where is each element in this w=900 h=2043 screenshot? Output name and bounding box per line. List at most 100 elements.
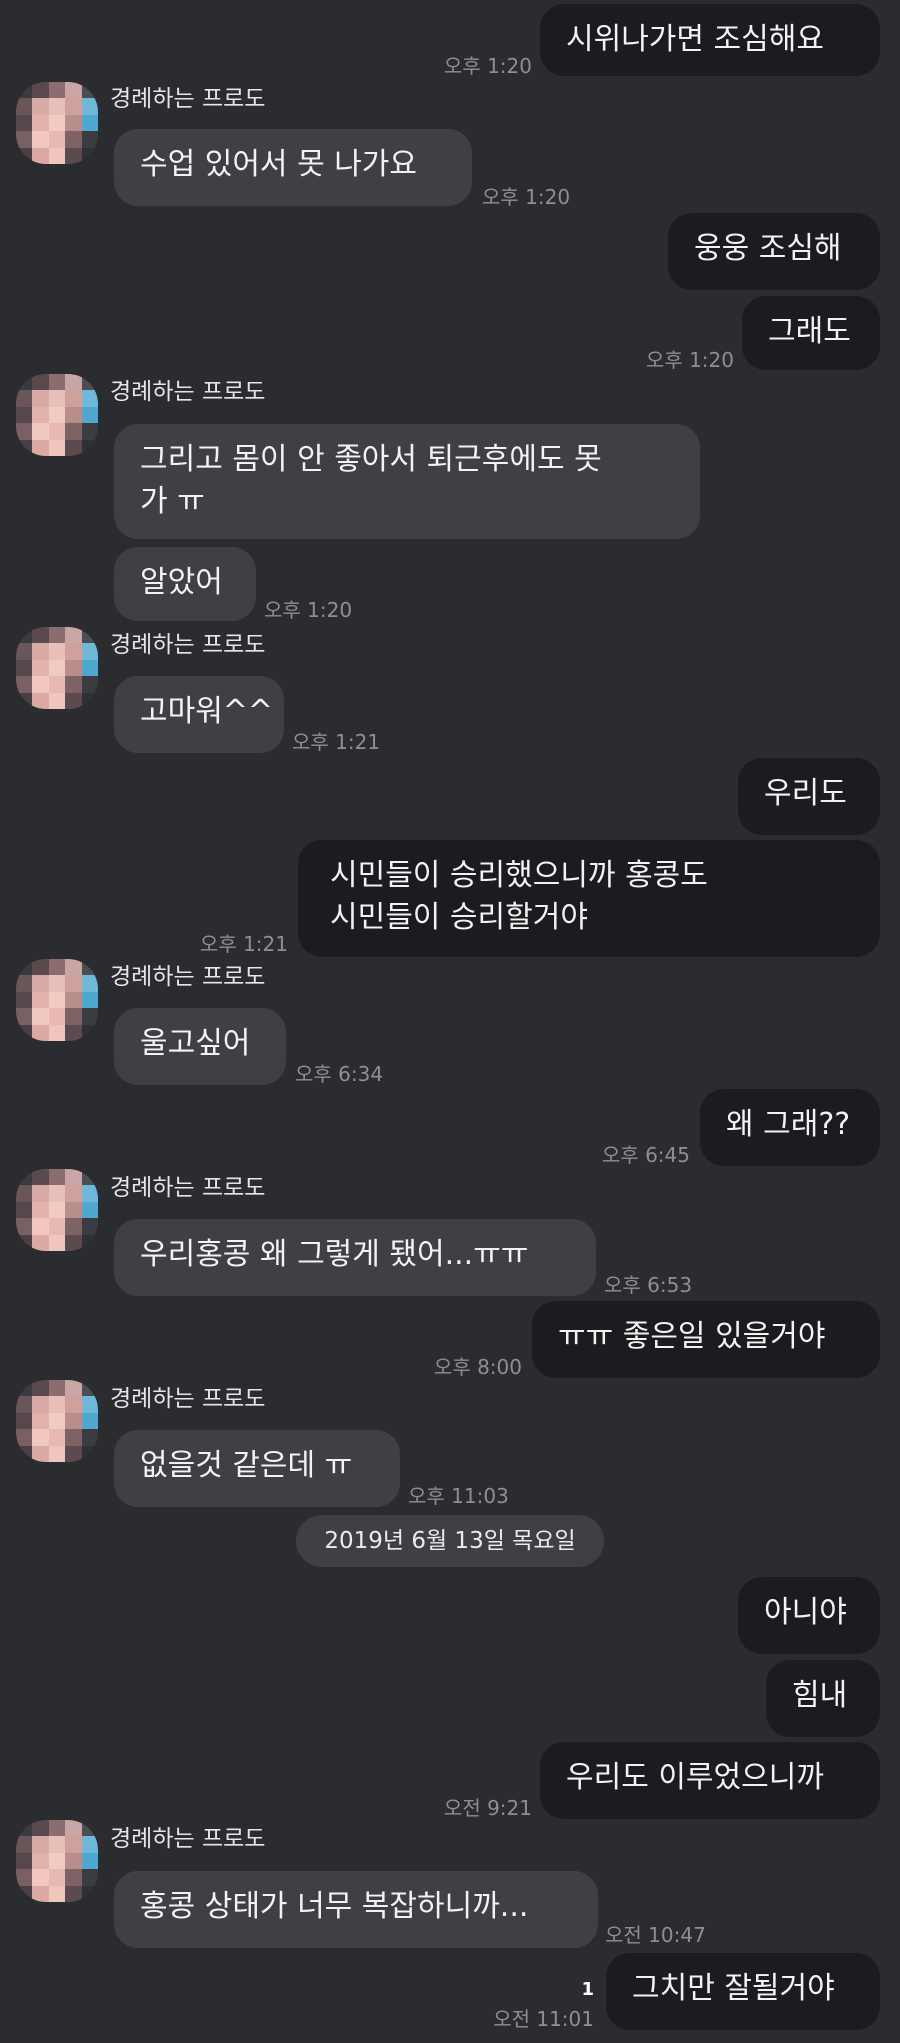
avatar-mosaic-cell: [32, 991, 49, 1009]
avatar-mosaic-cell: [32, 114, 49, 132]
avatar-mosaic-cell: [81, 147, 98, 164]
avatar-mosaic-cell: [16, 1201, 33, 1219]
avatar-mosaic-cell: [65, 1008, 82, 1025]
outgoing-message-bubble[interactable]: 왜 그래??: [700, 1089, 880, 1166]
avatar-mosaic-cell: [81, 692, 98, 709]
avatar-mosaic-cell: [48, 406, 66, 424]
message-timestamp: 오전 11:01: [493, 2007, 594, 2031]
sender-avatar[interactable]: [16, 627, 98, 709]
avatar-mosaic-cell: [32, 82, 49, 99]
avatar-mosaic-cell: [81, 1836, 98, 1853]
avatar-mosaic-cell: [48, 1836, 66, 1853]
avatar-mosaic-cell: [32, 643, 49, 660]
date-divider: 2019년 6월 13일 목요일: [296, 1515, 604, 1567]
avatar-mosaic-cell: [32, 659, 49, 677]
message-timestamp: 오후 1:20: [645, 348, 734, 372]
avatar-mosaic-cell: [32, 959, 49, 976]
sender-avatar[interactable]: [16, 82, 98, 164]
outgoing-message-bubble[interactable]: 그치만 잘될거야: [606, 1953, 880, 2030]
sender-avatar[interactable]: [16, 1820, 98, 1902]
avatar-mosaic-cell: [32, 1885, 49, 1902]
avatar-mosaic-cell: [32, 676, 49, 693]
avatar-mosaic-cell: [81, 643, 98, 660]
avatar-mosaic-cell: [65, 1412, 82, 1430]
sender-avatar[interactable]: [16, 1169, 98, 1251]
avatar-mosaic-cell: [65, 1869, 82, 1886]
avatar-mosaic-cell: [65, 1820, 82, 1837]
incoming-message-bubble[interactable]: 없을것 같은데 ㅠ: [114, 1430, 400, 1507]
avatar-mosaic-cell: [65, 1024, 82, 1041]
avatar-mosaic-cell: [48, 1380, 66, 1397]
outgoing-message-bubble[interactable]: 그래도: [742, 296, 880, 370]
avatar-mosaic-cell: [81, 1820, 98, 1837]
avatar-mosaic-cell: [48, 1008, 66, 1025]
outgoing-message-bubble[interactable]: 아니야: [738, 1577, 880, 1654]
outgoing-message-bubble[interactable]: 웅웅 조심해: [668, 213, 880, 290]
avatar-mosaic-cell: [81, 114, 98, 132]
avatar-mosaic-cell: [65, 1169, 82, 1186]
avatar-mosaic-cell: [32, 1852, 49, 1870]
avatar-mosaic-cell: [81, 439, 98, 456]
avatar-mosaic-cell: [16, 98, 33, 115]
avatar-mosaic-cell: [65, 98, 82, 115]
incoming-message-bubble[interactable]: 수업 있어서 못 나가요: [114, 129, 472, 206]
outgoing-message-bubble[interactable]: 시위나가면 조심해요: [540, 4, 880, 76]
avatar-mosaic-cell: [65, 1885, 82, 1902]
incoming-message-bubble[interactable]: 알았어: [114, 547, 256, 621]
incoming-message-bubble[interactable]: 고마워^^: [114, 676, 284, 753]
incoming-message-bubble[interactable]: 그리고 몸이 안 좋아서 퇴근후에도 못 가 ㅠ: [114, 424, 700, 539]
avatar-mosaic-cell: [16, 959, 33, 976]
avatar-mosaic-cell: [16, 114, 33, 132]
avatar-mosaic-cell: [48, 1396, 66, 1413]
avatar-mosaic-cell: [48, 1885, 66, 1902]
outgoing-message-bubble[interactable]: 힘내: [766, 1660, 880, 1737]
avatar-mosaic-cell: [16, 1218, 33, 1235]
avatar-mosaic-cell: [16, 390, 33, 407]
avatar-mosaic-cell: [16, 1412, 33, 1430]
avatar-mosaic-cell: [48, 659, 66, 677]
avatar-mosaic-cell: [81, 1429, 98, 1446]
avatar-mosaic-cell: [81, 1185, 98, 1202]
avatar-mosaic-cell: [32, 147, 49, 164]
avatar-mosaic-cell: [48, 643, 66, 660]
avatar-mosaic-cell: [16, 1869, 33, 1886]
avatar-mosaic-cell: [65, 991, 82, 1009]
avatar-mosaic-cell: [16, 1836, 33, 1853]
incoming-message-bubble[interactable]: 우리홍콩 왜 그렇게 됐어...ㅠㅠ: [114, 1219, 596, 1296]
outgoing-message-bubble[interactable]: 시민들이 승리했으니까 홍콩도 시민들이 승리할거야: [298, 840, 880, 957]
avatar-mosaic-cell: [48, 1201, 66, 1219]
avatar-mosaic-cell: [16, 406, 33, 424]
sender-avatar[interactable]: [16, 374, 98, 456]
avatar-mosaic-cell: [48, 82, 66, 99]
avatar-mosaic-cell: [32, 1429, 49, 1446]
avatar-mosaic-cell: [16, 1024, 33, 1041]
avatar-mosaic-cell: [48, 975, 66, 992]
incoming-message-bubble[interactable]: 홍콩 상태가 너무 복잡하니까...: [114, 1871, 598, 1948]
avatar-mosaic-cell: [16, 1380, 33, 1397]
outgoing-message-bubble[interactable]: 우리도: [738, 758, 880, 835]
outgoing-message-bubble[interactable]: ㅠㅠ 좋은일 있을거야: [532, 1301, 880, 1378]
avatar-mosaic-cell: [16, 1234, 33, 1251]
sender-avatar[interactable]: [16, 959, 98, 1041]
avatar-mosaic-cell: [48, 114, 66, 132]
message-timestamp: 오후 1:21: [199, 932, 288, 956]
outgoing-message-bubble[interactable]: 우리도 이루었으니까: [540, 1742, 880, 1819]
sender-avatar[interactable]: [16, 1380, 98, 1462]
avatar-mosaic-cell: [65, 643, 82, 660]
avatar-mosaic-cell: [32, 131, 49, 148]
avatar-mosaic-cell: [65, 1396, 82, 1413]
avatar-mosaic-cell: [16, 991, 33, 1009]
incoming-message-bubble[interactable]: 울고싶어: [114, 1008, 286, 1085]
unread-count-badge: 1: [581, 1979, 594, 2000]
avatar-mosaic-cell: [16, 1429, 33, 1446]
avatar-mosaic-cell: [48, 374, 66, 391]
avatar-mosaic-cell: [65, 1218, 82, 1235]
avatar-mosaic-cell: [65, 676, 82, 693]
avatar-mosaic-cell: [48, 1234, 66, 1251]
avatar-mosaic-cell: [32, 374, 49, 391]
avatar-mosaic-cell: [81, 1218, 98, 1235]
avatar-mosaic-cell: [16, 676, 33, 693]
avatar-mosaic-cell: [16, 1852, 33, 1870]
avatar-mosaic-cell: [81, 975, 98, 992]
avatar-mosaic-cell: [81, 1008, 98, 1025]
